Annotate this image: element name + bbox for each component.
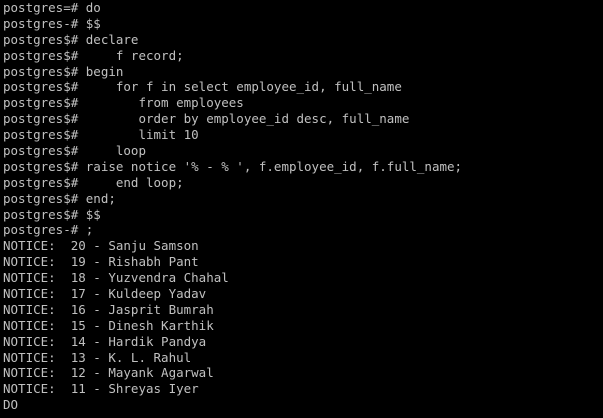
terminal-line: postgres$# begin [3,63,124,79]
terminal-line: postgres$# order by employee_id desc, fu… [3,111,410,127]
terminal-line: postgres$# end; [3,190,116,206]
notice-line: NOTICE: 16 - Jasprit Bumrah [3,301,214,317]
terminal-line: postgres$# $$ [3,206,101,222]
terminal-line: postgres-# $$ [3,15,101,31]
terminal-line: postgres$# for f in select employee_id, … [3,79,402,95]
notice-line: NOTICE: 14 - Hardik Pandya [3,333,207,349]
terminal-window[interactable]: postgres=# do postgres-# $$ postgres$# d… [0,0,603,418]
terminal-line: postgres$# raise notice '% - % ', f.empl… [3,158,463,174]
notice-line: NOTICE: 15 - Dinesh Karthik [3,317,214,333]
terminal-line: postgres$# f record; [3,47,184,63]
notice-line: NOTICE: 12 - Mayank Agarwal [3,365,214,381]
terminal-line: postgres$# end loop; [3,174,184,190]
notice-line: NOTICE: 20 - Sanju Samson [3,238,199,254]
terminal-line: postgres$# declare [3,31,139,47]
terminal-line: postgres$# from employees [3,95,244,111]
terminal-line: DO [3,397,19,413]
terminal-line: postgres$# loop [3,143,146,159]
notice-line: NOTICE: 19 - Rishabh Pant [3,254,199,270]
terminal-line: postgres-# ; [3,222,94,238]
terminal-line: postgres$# limit 10 [3,127,199,143]
notice-line: NOTICE: 17 - Kuldeep Yadav [3,286,207,302]
notice-line: NOTICE: 13 - K. L. Rahul [3,349,192,365]
terminal-line: postgres=# do [3,0,101,15]
notice-line: NOTICE: 11 - Shreyas Iyer [3,381,199,397]
notice-line: NOTICE: 18 - Yuzvendra Chahal [3,270,229,286]
